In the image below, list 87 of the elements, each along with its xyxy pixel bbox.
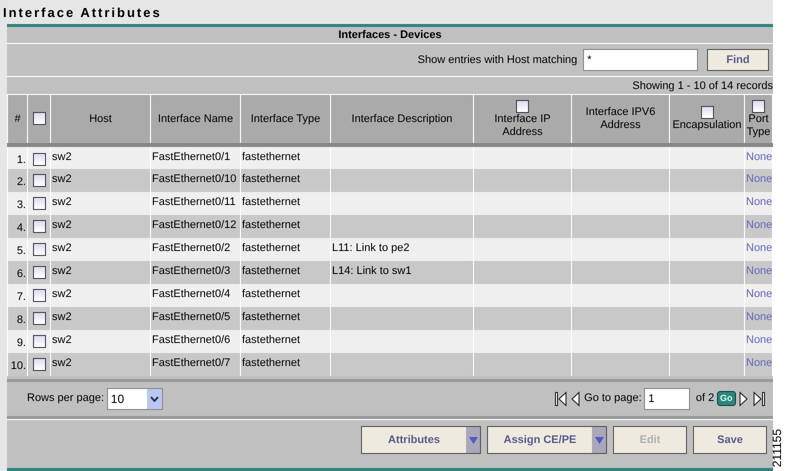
- table-cell: fastethernet: [242, 356, 300, 368]
- search-field[interactable]: *: [583, 49, 698, 71]
- column-header: Interface IP Address: [493, 112, 552, 138]
- row-number: 4.: [16, 222, 26, 234]
- table-cell: sw2: [52, 196, 72, 208]
- panel-heading: Interfaces - Devices: [7, 27, 773, 44]
- table-cell: FastEthernet0/1: [152, 151, 230, 163]
- checkbox[interactable]: [32, 220, 46, 234]
- row-number: 5.: [16, 244, 26, 256]
- column-header: Interface Name: [158, 112, 234, 126]
- table-cell: FastEthernet0/4: [152, 288, 230, 300]
- action-button[interactable]: Assign CE/PE: [487, 426, 607, 454]
- go-button[interactable]: Go: [717, 391, 736, 406]
- table-cell: L14: Link to sw1: [332, 264, 412, 276]
- table-cell: L11: Link to pe2: [332, 242, 410, 254]
- action-button[interactable]: Save: [693, 426, 767, 454]
- column-header: Interface Type: [250, 112, 320, 126]
- rows-per-page-label: Rows per page:: [27, 391, 104, 406]
- row-number: 2.: [16, 176, 26, 188]
- checkbox[interactable]: [32, 335, 46, 348]
- column-header: Encapsulation: [672, 119, 742, 132]
- previous-page-icon[interactable]: [569, 390, 582, 406]
- table-cell: sw2: [52, 151, 72, 163]
- action-button[interactable]: Attributes: [361, 426, 481, 454]
- checkbox[interactable]: [32, 266, 46, 280]
- checkbox[interactable]: [32, 152, 46, 166]
- checkbox[interactable]: [32, 243, 46, 256]
- table-cell: fastethernet: [242, 172, 300, 184]
- table-cell: FastEthernet0/5: [152, 310, 230, 322]
- table-cell: fastethernet: [242, 151, 300, 163]
- checkbox[interactable]: [752, 100, 765, 112]
- table-cell: fastethernet: [242, 196, 300, 208]
- row-number: 8.: [16, 314, 26, 326]
- rows-per-page-select[interactable]: 10: [106, 388, 163, 410]
- row-number: 10.: [10, 360, 26, 372]
- table-cell: sw2: [52, 356, 72, 368]
- checkbox[interactable]: [32, 174, 46, 188]
- column-header: Port Type: [746, 112, 771, 138]
- table-cell: fastethernet: [242, 288, 300, 300]
- search-label: Show entries with Host matching: [418, 52, 578, 68]
- table-cell: sw2: [52, 242, 72, 254]
- last-page-icon[interactable]: [753, 390, 765, 406]
- column-header: Host: [89, 112, 112, 126]
- table-cell: fastethernet: [242, 334, 300, 346]
- row-number: 1.: [16, 154, 26, 166]
- go-to-page-label: Go to page:: [584, 391, 642, 406]
- table-cell: FastEthernet0/6: [152, 334, 230, 346]
- row-number: 7.: [16, 290, 26, 302]
- figure-number: 211155: [769, 428, 785, 467]
- checkbox[interactable]: [32, 197, 46, 210]
- table-cell: FastEthernet0/11: [152, 196, 236, 208]
- page-field[interactable]: 1: [644, 388, 690, 410]
- checkbox[interactable]: [32, 358, 46, 372]
- table-cell: sw2: [52, 264, 72, 276]
- table-cell: sw2: [52, 172, 72, 184]
- table-cell: sw2: [52, 288, 72, 300]
- dropdown-arrow-icon: [594, 436, 604, 444]
- row-number: 9.: [16, 336, 26, 348]
- table-cell: FastEthernet0/2: [152, 242, 230, 254]
- checkbox[interactable]: [700, 106, 714, 119]
- checkbox[interactable]: [32, 112, 46, 126]
- column-header: #: [14, 112, 21, 126]
- next-page-icon[interactable]: [738, 390, 750, 406]
- table-cell: fastethernet: [242, 310, 300, 322]
- column-header: Interface IPV6 Address: [584, 106, 656, 132]
- table-cell: fastethernet: [242, 218, 300, 230]
- column-header: Interface Description: [352, 112, 452, 126]
- page-title: Interface Attributes: [2, 4, 163, 22]
- table-cell: FastEthernet0/7: [152, 356, 230, 368]
- checkbox[interactable]: [32, 312, 46, 326]
- row-number: 6.: [16, 268, 26, 280]
- table-cell: FastEthernet0/10: [152, 172, 236, 184]
- table-cell: sw2: [52, 218, 72, 230]
- table-cell: sw2: [52, 334, 72, 346]
- row-number: 3.: [16, 198, 26, 210]
- table-cell: FastEthernet0/12: [152, 218, 236, 230]
- dropdown-arrow-icon: [468, 436, 478, 444]
- checkbox[interactable]: [32, 289, 46, 302]
- table-cell: fastethernet: [242, 242, 300, 254]
- find-button[interactable]: Find: [707, 49, 769, 71]
- checkbox[interactable]: [516, 100, 529, 112]
- table-cell: sw2: [52, 310, 72, 322]
- first-page-icon[interactable]: [554, 390, 567, 406]
- page-total: of 2: [696, 391, 714, 406]
- table-cell: FastEthernet0/3: [152, 264, 230, 276]
- chevron-down-icon: [150, 396, 159, 402]
- table-cell: fastethernet: [242, 264, 300, 276]
